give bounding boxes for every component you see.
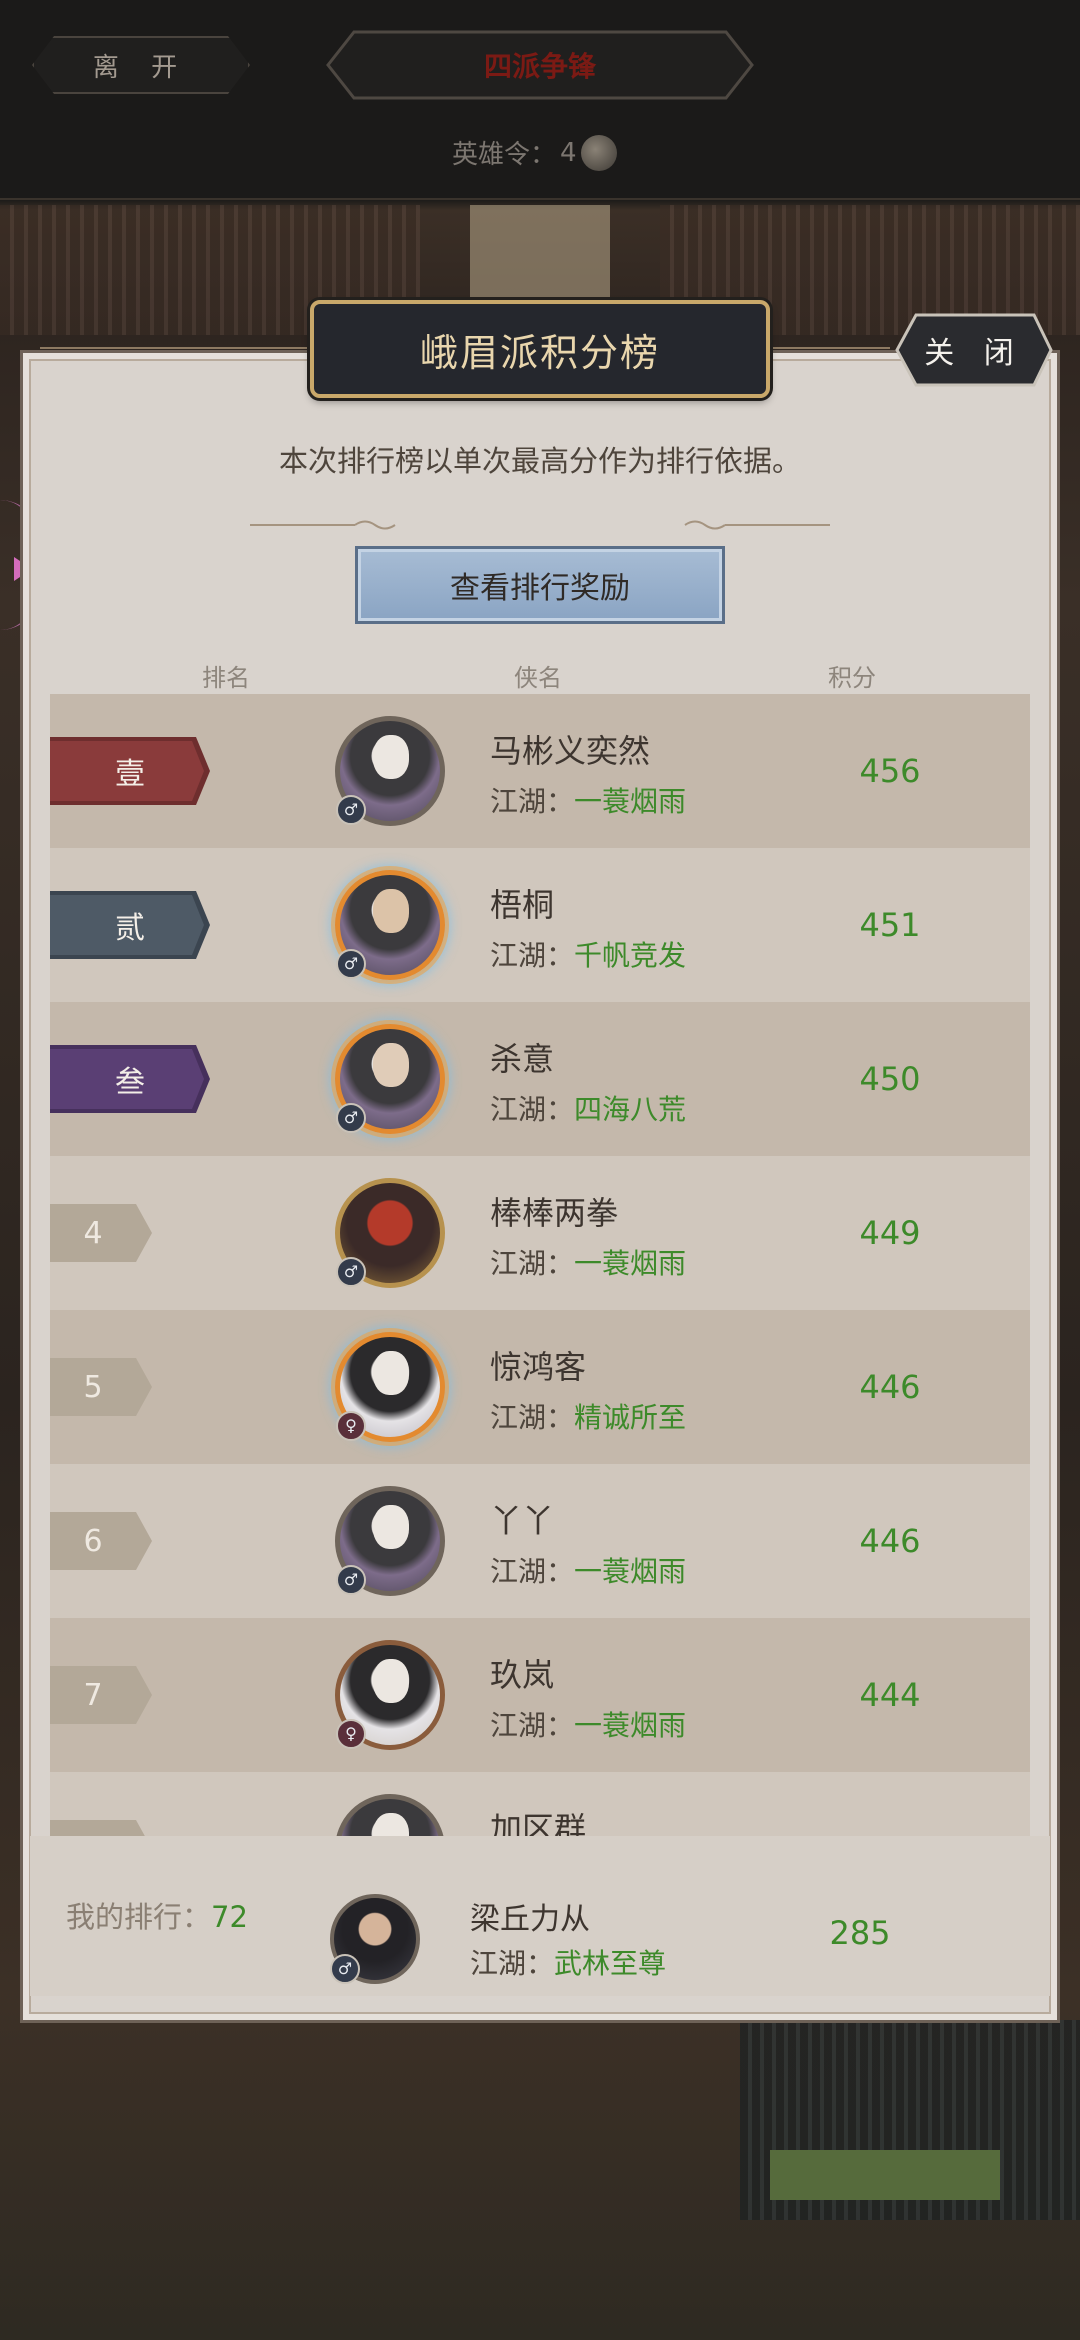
player-name: 马彬义奕然 bbox=[490, 732, 651, 770]
hero-token-count: 4 bbox=[560, 137, 577, 168]
hero-token-counter: 英雄令： 4 bbox=[452, 134, 617, 171]
ranking-row[interactable]: 4 ♂ 棒棒两拳 江湖：一蓑烟雨 449 bbox=[50, 1156, 1030, 1310]
ranking-rule-text: 本次排行榜以单次最高分作为排行依据。 bbox=[278, 444, 801, 478]
my-player-name: 梁丘力从 bbox=[470, 1902, 590, 1937]
player-name: 惊鸿客 bbox=[490, 1348, 587, 1386]
hero-token-label: 英雄令： bbox=[452, 140, 557, 170]
avatar[interactable]: ♂ bbox=[335, 1024, 445, 1134]
ranking-row[interactable]: 壹 ♂ 马彬义奕然 江湖：一蓑烟雨 456 bbox=[50, 694, 1030, 848]
ornament-left bbox=[250, 520, 396, 530]
leave-button[interactable]: 离 开 bbox=[32, 36, 250, 94]
my-rank-label: 我的排行：72 bbox=[66, 1900, 248, 1934]
male-icon: ♂ bbox=[336, 949, 366, 979]
rank-number: 6 bbox=[50, 1512, 152, 1570]
player-score: 449 bbox=[859, 1214, 921, 1252]
player-name: 加区群 bbox=[490, 1810, 587, 1836]
top-bar: 离 开 四派争锋 英雄令： 4 bbox=[0, 0, 1080, 200]
ranking-row[interactable]: 5 ♀ 惊鸿客 江湖：精诚所至 446 bbox=[50, 1310, 1030, 1464]
avatar[interactable]: ♂ bbox=[335, 716, 445, 826]
header-divider bbox=[770, 347, 890, 349]
player-guild: 江湖：一蓑烟雨 bbox=[490, 1247, 687, 1280]
header-divider bbox=[40, 347, 310, 349]
my-player-guild: 江湖：武林至尊 bbox=[470, 1947, 667, 1980]
player-score: 451 bbox=[859, 906, 921, 944]
player-name: 杀意 bbox=[490, 1040, 555, 1078]
ornament-right bbox=[684, 520, 830, 530]
player-guild: 江湖：精诚所至 bbox=[490, 1401, 687, 1434]
male-icon: ♂ bbox=[336, 795, 366, 825]
ranking-list[interactable]: 壹 ♂ 马彬义奕然 江湖：一蓑烟雨 456 贰 ♂ 梧桐 江湖：千帆竞发 451… bbox=[50, 694, 1030, 1836]
ranking-row[interactable]: 6 ♂ 丫丫 江湖：一蓑烟雨 446 bbox=[50, 1464, 1030, 1618]
ranking-row[interactable]: 叁 ♂ 杀意 江湖：四海八荒 450 bbox=[50, 1002, 1030, 1156]
column-header-score: 积分 bbox=[828, 664, 876, 692]
close-button[interactable]: 关 闭 bbox=[894, 312, 1054, 388]
player-name: 梧桐 bbox=[490, 886, 555, 924]
panel-title: 峨眉派积分榜 bbox=[310, 300, 770, 398]
male-icon: ♂ bbox=[330, 1954, 360, 1984]
event-title: 四派争锋 bbox=[326, 30, 754, 100]
my-rank-bar: 我的排行：72 ♂ 梁丘力从 江湖：武林至尊 285 bbox=[30, 1836, 1050, 1996]
ranking-row[interactable]: 贰 ♂ 梧桐 江湖：千帆竞发 451 bbox=[50, 848, 1030, 1002]
player-guild: 江湖：千帆竞发 bbox=[490, 939, 687, 972]
background-grass bbox=[770, 2150, 1000, 2200]
female-icon: ♀ bbox=[336, 1411, 366, 1441]
rank-badge-silver: 贰 bbox=[50, 891, 210, 959]
my-rank-value: 72 bbox=[211, 1900, 248, 1934]
rank-badge-bronze: 叁 bbox=[50, 1045, 210, 1113]
ranking-row[interactable]: 加区群 bbox=[50, 1772, 1030, 1836]
rank-badge-gold: 壹 bbox=[50, 737, 210, 805]
player-guild: 江湖：一蓑烟雨 bbox=[490, 1555, 687, 1588]
player-guild: 江湖：四海八荒 bbox=[490, 1093, 687, 1126]
column-header-rank: 排名 bbox=[202, 664, 250, 692]
avatar[interactable]: ♀ bbox=[335, 1332, 445, 1442]
male-icon: ♂ bbox=[336, 1103, 366, 1133]
avatar[interactable]: ♂ bbox=[335, 1178, 445, 1288]
rank-number bbox=[50, 1820, 152, 1836]
player-name: 玖岚 bbox=[490, 1656, 555, 1694]
avatar[interactable]: ♂ bbox=[335, 1486, 445, 1596]
avatar[interactable]: ♂ bbox=[335, 870, 445, 980]
player-name: 丫丫 bbox=[490, 1502, 555, 1540]
avatar[interactable] bbox=[335, 1794, 445, 1836]
male-icon: ♂ bbox=[336, 1565, 366, 1595]
rank-number: 7 bbox=[50, 1666, 152, 1724]
female-icon: ♀ bbox=[336, 1719, 366, 1749]
rank-number: 4 bbox=[50, 1204, 152, 1262]
player-guild: 江湖：一蓑烟雨 bbox=[490, 785, 687, 818]
my-player-score: 285 bbox=[829, 1914, 891, 1952]
ranking-row[interactable]: 7 ♀ 玖岚 江湖：一蓑烟雨 444 bbox=[50, 1618, 1030, 1772]
my-avatar[interactable]: ♂ bbox=[330, 1894, 420, 1984]
player-name: 棒棒两拳 bbox=[490, 1194, 619, 1232]
player-guild: 江湖：一蓑烟雨 bbox=[490, 1709, 687, 1742]
player-score: 446 bbox=[859, 1522, 921, 1560]
player-score: 456 bbox=[859, 752, 921, 790]
avatar[interactable]: ♀ bbox=[335, 1640, 445, 1750]
view-rewards-button[interactable]: 查看排行奖励 bbox=[355, 546, 725, 624]
column-header-name: 侠名 bbox=[514, 664, 562, 692]
rank-number: 5 bbox=[50, 1358, 152, 1416]
player-score: 444 bbox=[859, 1676, 921, 1714]
player-score: 446 bbox=[859, 1368, 921, 1406]
player-score: 450 bbox=[859, 1060, 921, 1098]
hero-token-icon bbox=[580, 134, 617, 171]
male-icon: ♂ bbox=[336, 1257, 366, 1287]
